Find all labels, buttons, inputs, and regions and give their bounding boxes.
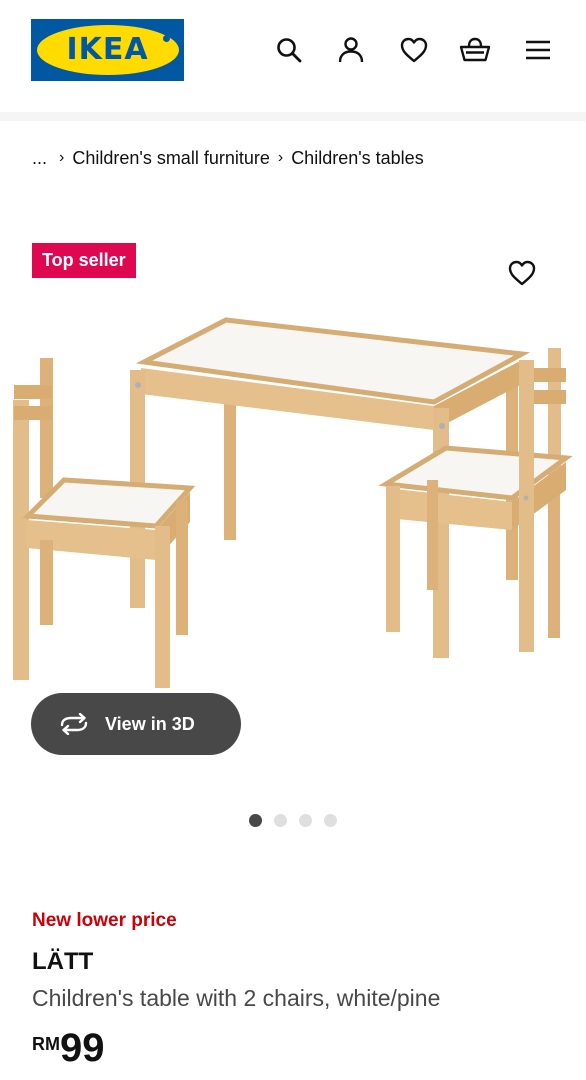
top-seller-badge: Top seller (32, 243, 136, 278)
ikea-logo[interactable]: IKEA (31, 19, 184, 81)
breadcrumb-chevron-icon: › (59, 149, 65, 166)
heart-icon[interactable] (398, 34, 430, 66)
breadcrumb-item-tables[interactable]: Children's tables (291, 148, 424, 169)
price-currency: RM (32, 1034, 60, 1054)
rotate-3d-icon (57, 712, 91, 736)
product-image[interactable] (0, 290, 586, 710)
product-name: LÄTT (32, 948, 94, 975)
site-header: IKEA (0, 0, 586, 112)
account-icon[interactable] (335, 34, 367, 66)
header-divider (0, 112, 586, 121)
breadcrumb-chevron-icon: › (277, 149, 284, 166)
new-lower-price-label: New lower price (32, 910, 177, 931)
search-icon[interactable] (273, 34, 305, 66)
carousel-dot-1[interactable] (249, 814, 262, 827)
breadcrumb-ellipsis[interactable]: ... (32, 148, 47, 169)
menu-icon[interactable] (522, 34, 554, 66)
basket-icon[interactable] (459, 34, 491, 66)
carousel-dot-4[interactable] (324, 814, 337, 827)
breadcrumb: ... › Children's small furniture › Child… (32, 146, 424, 170)
carousel-dot-2[interactable] (274, 814, 287, 827)
logo-text: IKEA (66, 32, 149, 67)
favourite-heart-icon[interactable] (506, 257, 538, 289)
breadcrumb-item-small-furniture[interactable]: Children's small furniture (72, 148, 270, 169)
view-in-3d-button[interactable]: View in 3D (31, 693, 241, 755)
carousel-dot-3[interactable] (299, 814, 312, 827)
product-price: RM 99 (32, 1028, 105, 1068)
price-amount: 99 (60, 1026, 105, 1070)
carousel-indicator (249, 814, 337, 827)
view-in-3d-label: View in 3D (105, 713, 195, 734)
registered-mark (162, 35, 170, 42)
product-description: Children's table with 2 chairs, white/pi… (32, 985, 441, 1011)
logo-ellipse: IKEA (36, 25, 179, 75)
